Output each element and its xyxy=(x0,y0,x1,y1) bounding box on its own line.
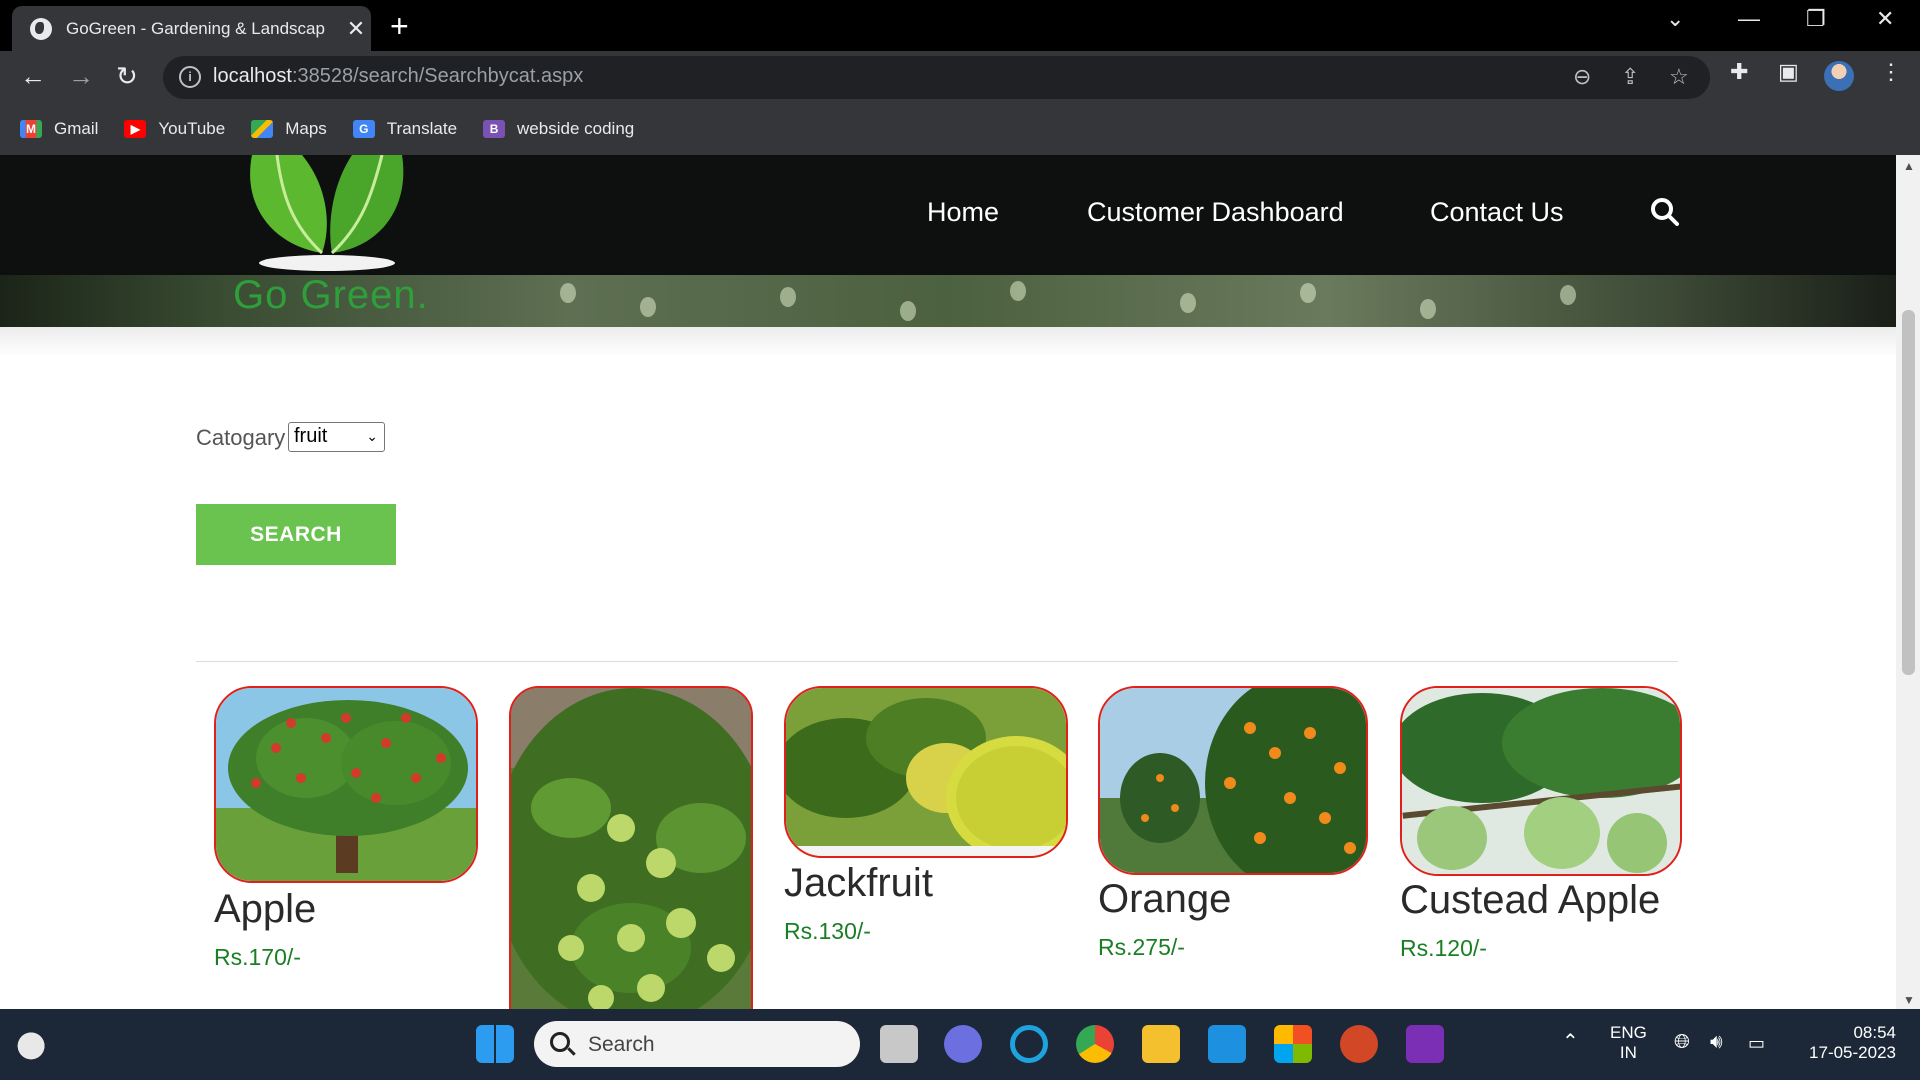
product-image[interactable] xyxy=(1098,686,1368,875)
browser-tab[interactable]: GoGreen - Gardening & Landscap ✕ xyxy=(12,6,371,51)
nav-home[interactable]: Home xyxy=(927,197,999,228)
site-info-icon[interactable]: i xyxy=(179,66,201,88)
product-image[interactable] xyxy=(509,686,753,1009)
page-scrollbar[interactable]: ▲ ▼ xyxy=(1896,155,1920,1009)
product-price: Rs.170/- xyxy=(214,944,301,970)
maps-icon xyxy=(251,120,274,138)
gmail-icon: M xyxy=(20,120,42,138)
globe-icon xyxy=(30,17,52,40)
tab-close-icon[interactable]: ✕ xyxy=(341,16,371,42)
myhp-icon[interactable] xyxy=(1208,1025,1246,1063)
youtube-icon: ▶ xyxy=(124,120,147,138)
product-name: Jackfruit xyxy=(784,861,933,905)
new-tab-icon[interactable]: + xyxy=(390,8,409,45)
product-price: Rs.120/- xyxy=(1400,935,1487,961)
cortana-icon[interactable] xyxy=(1010,1025,1048,1063)
forward-arrow-icon[interactable]: → xyxy=(68,61,94,92)
bookmark-star-icon[interactable]: ☆ xyxy=(1669,64,1689,90)
bookmark-webside-coding[interactable]: B webside coding xyxy=(483,119,634,139)
logo-text[interactable]: Go Green. xyxy=(233,273,429,318)
teams-chat-icon[interactable] xyxy=(944,1025,982,1063)
address-bar[interactable]: i localhost:38528/search/Searchbycat.asp… xyxy=(163,56,1710,99)
product-card[interactable]: Custead Apple Rs.120/- xyxy=(1400,686,1682,961)
product-name: Orange xyxy=(1098,877,1232,921)
task-view-icon[interactable] xyxy=(880,1025,918,1063)
product-image[interactable] xyxy=(784,686,1068,858)
visual-studio-icon[interactable] xyxy=(1406,1025,1444,1063)
product-name: Custead Apple xyxy=(1400,878,1661,922)
product-card[interactable] xyxy=(509,686,753,1009)
windows-taskbar: Search ⌃ ENG IN 🌐︎ 🔊︎ ▭ 08:54 17-05-2023 xyxy=(0,1009,1920,1080)
page-viewport: Go Green. Home Customer Dashboard Contac… xyxy=(0,155,1896,1009)
network-icon[interactable]: 🌐︎ xyxy=(1674,1031,1690,1054)
tab-title: GoGreen - Gardening & Landscap xyxy=(66,18,325,38)
nav-customer-dashboard[interactable]: Customer Dashboard xyxy=(1087,197,1344,228)
product-card[interactable]: Orange Rs.275/- xyxy=(1098,686,1368,960)
search-icon xyxy=(550,1032,570,1052)
browser-titlebar: GoGreen - Gardening & Landscap ✕ + ⌄ — ❐… xyxy=(0,0,1920,51)
product-card[interactable]: Jackfruit Rs.130/- xyxy=(784,686,1068,944)
product-price: Rs.275/- xyxy=(1098,934,1185,960)
bootstrap-icon: B xyxy=(483,120,506,138)
bookmarks-bar: M Gmail ▶ YouTube Maps G Translate B web… xyxy=(0,109,1920,149)
back-arrow-icon[interactable]: ← xyxy=(20,61,46,92)
windows-start-icon[interactable] xyxy=(476,1025,514,1063)
search-icon[interactable] xyxy=(1650,197,1680,227)
scroll-up-icon[interactable]: ▲ xyxy=(1903,159,1915,173)
chevron-down-icon: ⌄ xyxy=(366,428,378,444)
url-text[interactable]: localhost:38528/search/Searchbycat.aspx xyxy=(213,65,583,88)
bookmark-maps[interactable]: Maps xyxy=(251,119,327,139)
translate-icon: G xyxy=(352,120,375,138)
nav-contact-us[interactable]: Contact Us xyxy=(1430,197,1564,228)
product-card[interactable]: Apple Rs.170/- xyxy=(214,686,478,970)
share-icon[interactable]: ⇪ xyxy=(1621,64,1639,90)
tab-search-chevron-icon[interactable]: ⌄ xyxy=(1666,6,1684,32)
battery-icon[interactable]: ▭ xyxy=(1748,1033,1765,1054)
product-price: Rs.130/- xyxy=(784,918,871,944)
extensions-icon[interactable]: ✚ xyxy=(1730,59,1748,85)
reload-icon[interactable]: ↻ xyxy=(116,61,138,92)
product-name: Apple xyxy=(214,887,317,931)
volume-icon[interactable]: 🔊︎ xyxy=(1710,1031,1723,1054)
profile-avatar[interactable] xyxy=(1824,61,1854,91)
scrollbar-thumb[interactable] xyxy=(1902,310,1915,675)
search-button[interactable]: SEARCH xyxy=(196,504,396,565)
microsoft-store-icon[interactable] xyxy=(1274,1025,1312,1063)
clock[interactable]: 08:54 17-05-2023 xyxy=(1796,1023,1896,1063)
category-label: Catogary xyxy=(196,425,286,450)
zoom-icon[interactable]: ⊖ xyxy=(1573,64,1591,90)
minimize-icon[interactable]: — xyxy=(1738,6,1760,32)
close-window-icon[interactable]: ✕ xyxy=(1876,6,1894,32)
site-header: Go Green. Home Customer Dashboard Contac… xyxy=(0,155,1896,327)
bookmark-youtube[interactable]: ▶ YouTube xyxy=(124,119,225,139)
powerpoint-icon[interactable] xyxy=(1340,1025,1378,1063)
restore-icon[interactable]: ❐ xyxy=(1806,6,1826,32)
section-divider xyxy=(196,661,1678,662)
chrome-menu-icon[interactable]: ⋮ xyxy=(1880,59,1902,85)
chrome-icon[interactable] xyxy=(1076,1025,1114,1063)
product-image[interactable] xyxy=(214,686,478,883)
bookmark-gmail[interactable]: M Gmail xyxy=(20,119,98,139)
bookmark-translate[interactable]: G Translate xyxy=(352,119,457,139)
browser-toolbar: ← → ↻ i localhost:38528/search/Searchbyc… xyxy=(0,51,1920,155)
weather-icon[interactable] xyxy=(14,1025,52,1063)
file-explorer-icon[interactable] xyxy=(1142,1025,1180,1063)
taskbar-search[interactable]: Search xyxy=(534,1021,860,1067)
scroll-down-icon[interactable]: ▼ xyxy=(1903,993,1915,1007)
language-indicator[interactable]: ENG IN xyxy=(1610,1023,1647,1063)
product-image[interactable] xyxy=(1400,686,1682,876)
category-select[interactable]: fruit ⌄ xyxy=(288,422,385,452)
show-hidden-icons-chevron[interactable]: ⌃ xyxy=(1562,1029,1579,1054)
side-panel-icon[interactable]: ▣ xyxy=(1778,59,1799,85)
